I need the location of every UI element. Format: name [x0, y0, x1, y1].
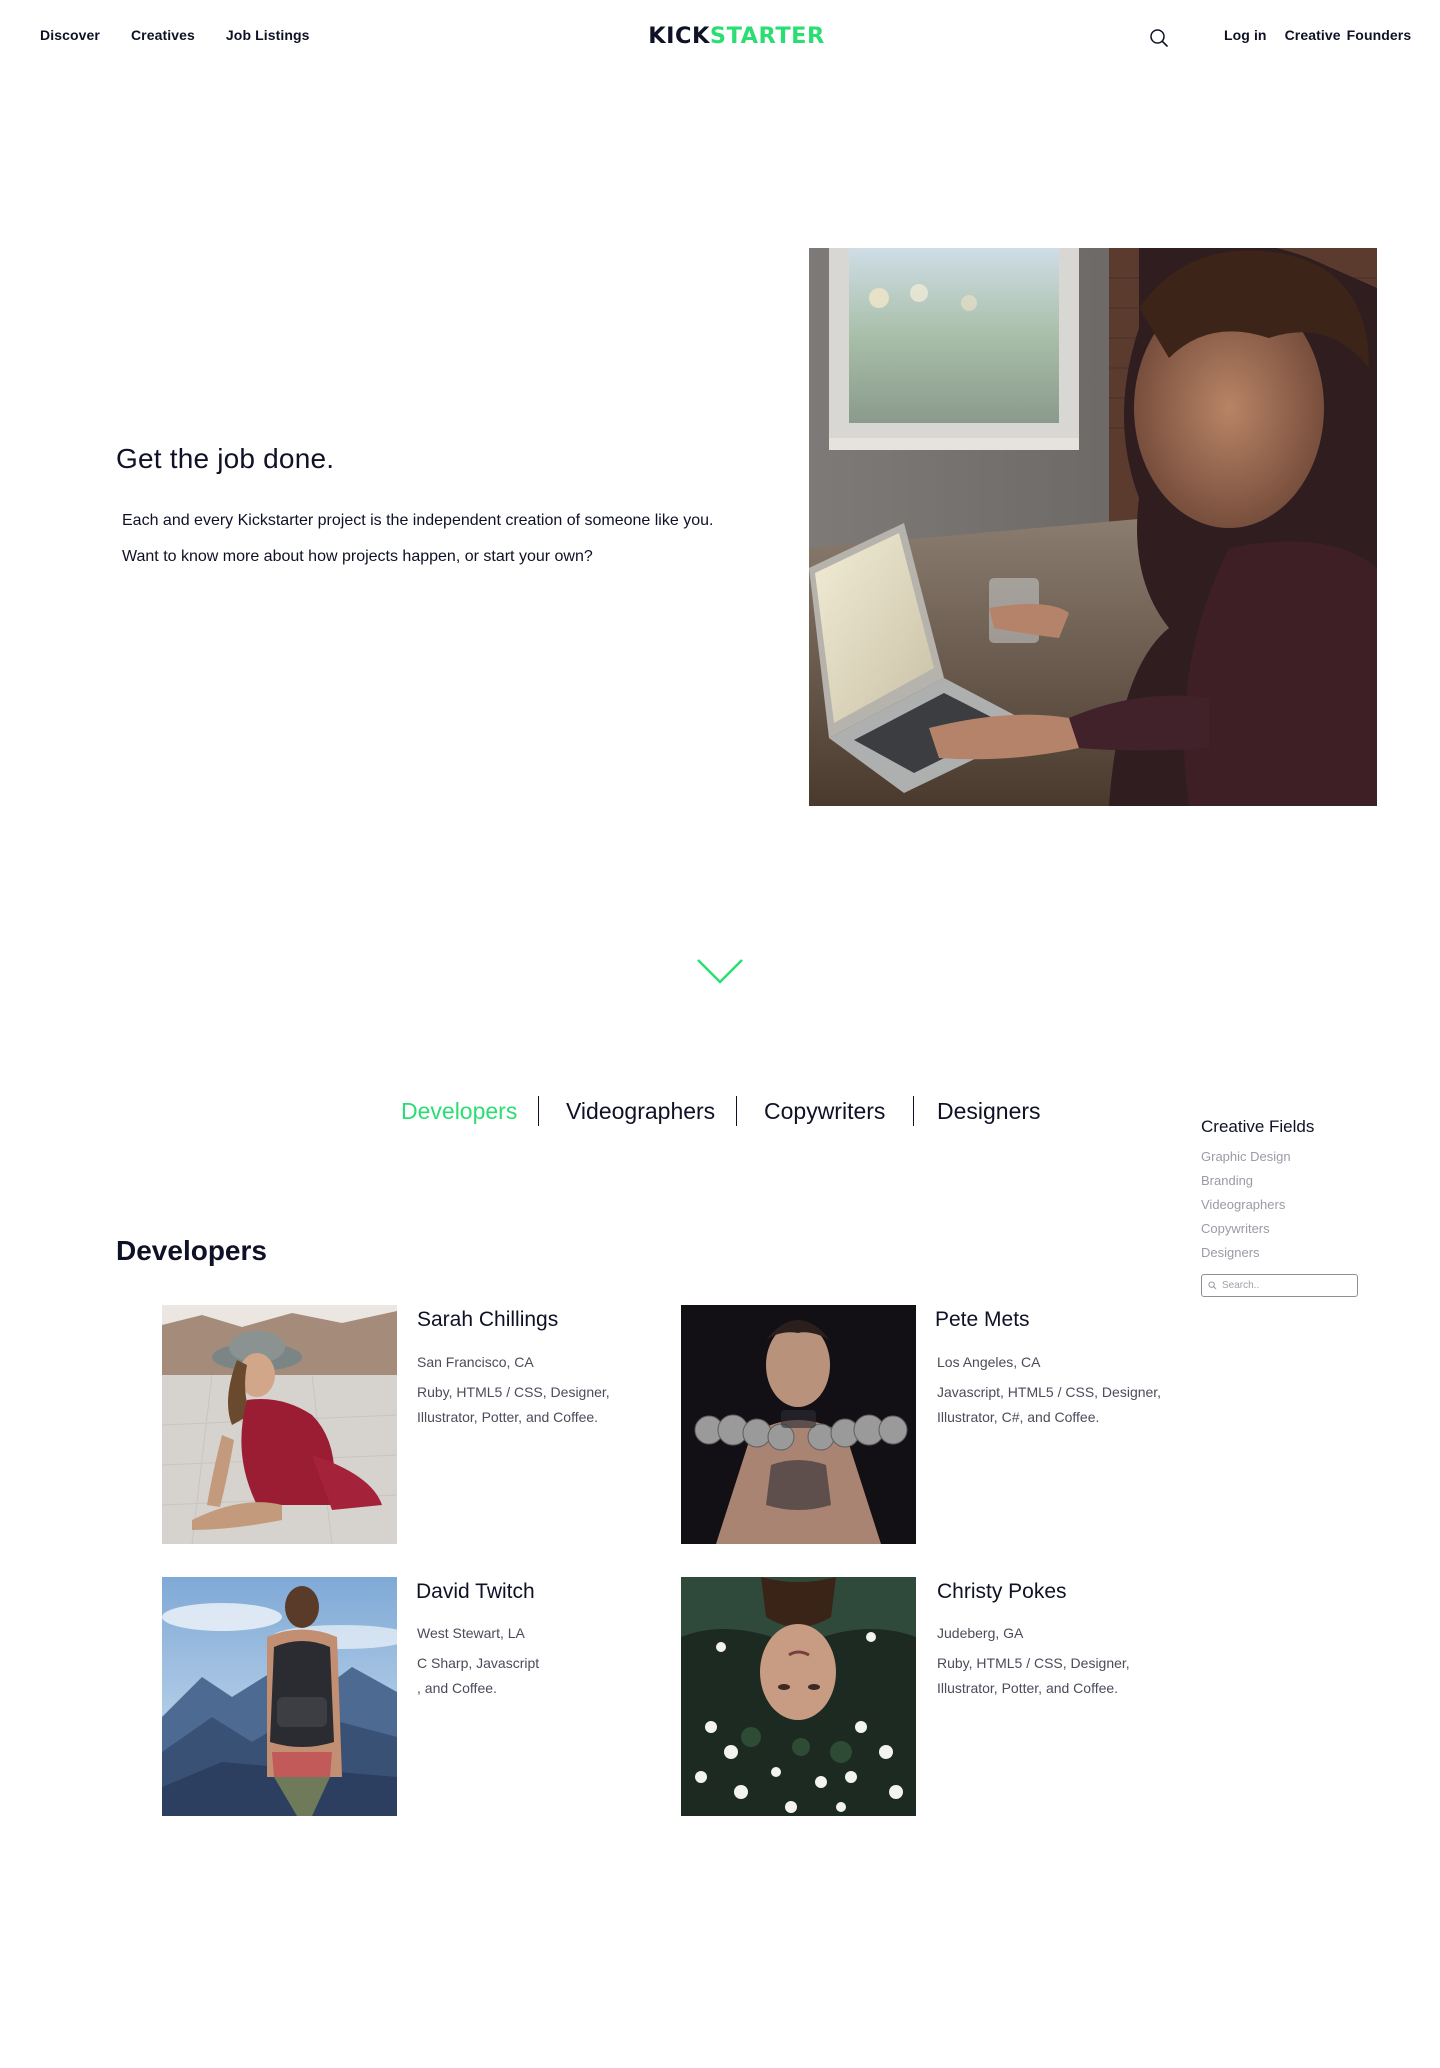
nav-founders[interactable]: Founders — [1347, 27, 1412, 43]
nav-creatives[interactable]: Creatives — [131, 27, 195, 43]
sidebar-search-field[interactable] — [1201, 1274, 1358, 1297]
profile-location-sarah: San Francisco, CA — [417, 1354, 534, 1370]
tab-videographers[interactable]: Videographers — [566, 1098, 715, 1125]
tab-divider — [913, 1096, 914, 1126]
profile-skills-david: C Sharp, Javascript , and Coffee. — [417, 1655, 540, 1696]
nav-job-listings[interactable]: Job Listings — [226, 27, 310, 43]
search-icon[interactable] — [1148, 27, 1170, 49]
profile-photo-pete[interactable] — [681, 1305, 916, 1544]
profile-location-pete: Los Angeles, CA — [937, 1354, 1041, 1370]
creative-field-designers[interactable]: Designers — [1201, 1245, 1260, 1260]
hero-image — [809, 248, 1377, 806]
primary-nav: Discover Creatives Job Listings — [40, 27, 310, 43]
profile-location-david: West Stewart, LA — [417, 1625, 525, 1641]
tab-copywriters[interactable]: Copywriters — [764, 1098, 885, 1125]
creative-field-graphic-design[interactable]: Graphic Design — [1201, 1149, 1291, 1164]
hero-title: Get the job done. — [116, 443, 335, 474]
profile-photo-sarah[interactable] — [162, 1305, 397, 1544]
login-link[interactable]: Log in — [1224, 27, 1267, 43]
tab-designers[interactable]: Designers — [937, 1098, 1041, 1125]
profile-photo-christy[interactable] — [681, 1577, 916, 1816]
kickstarter-logo[interactable]: KICKSTARTER — [648, 24, 825, 49]
creative-field-videographers[interactable]: Videographers — [1201, 1197, 1285, 1212]
tab-divider — [538, 1096, 539, 1126]
profile-photo-david[interactable] — [162, 1577, 397, 1816]
profile-location-christy: Judeberg, GA — [937, 1625, 1024, 1641]
profile-name-christy[interactable]: Christy Pokes — [937, 1580, 1067, 1604]
creative-fields-title: Creative Fields — [1201, 1117, 1315, 1136]
hero-description-line-1: Each and every Kickstarter project is th… — [122, 512, 714, 529]
profile-name-sarah[interactable]: Sarah Chillings — [417, 1308, 558, 1332]
account-nav: Log in Creative Founders — [1224, 27, 1425, 43]
sidebar-search-input[interactable] — [1222, 1280, 1352, 1291]
scroll-down-chevron-icon[interactable] — [696, 958, 744, 986]
tab-developers[interactable]: Developers — [401, 1098, 517, 1125]
nav-discover[interactable]: Discover — [40, 27, 100, 43]
creative-field-branding[interactable]: Branding — [1201, 1173, 1253, 1188]
profile-skills-christy: Ruby, HTML5 / CSS, Designer, Illustrator… — [937, 1655, 1130, 1696]
profile-name-pete[interactable]: Pete Mets — [935, 1308, 1030, 1332]
search-icon — [1208, 1281, 1217, 1290]
nav-creative[interactable]: Creative — [1285, 27, 1341, 43]
creative-field-copywriters[interactable]: Copywriters — [1201, 1221, 1270, 1236]
tab-divider — [736, 1096, 737, 1126]
section-title-developers: Developers — [116, 1235, 267, 1266]
profile-skills-pete: Javascript, HTML5 / CSS, Designer, Illus… — [937, 1384, 1162, 1425]
hero-description-line-2: Want to know more about how projects hap… — [122, 548, 593, 565]
profile-skills-sarah: Ruby, HTML5 / CSS, Designer, Illustrator… — [417, 1384, 610, 1425]
profile-name-david[interactable]: David Twitch — [416, 1580, 535, 1604]
